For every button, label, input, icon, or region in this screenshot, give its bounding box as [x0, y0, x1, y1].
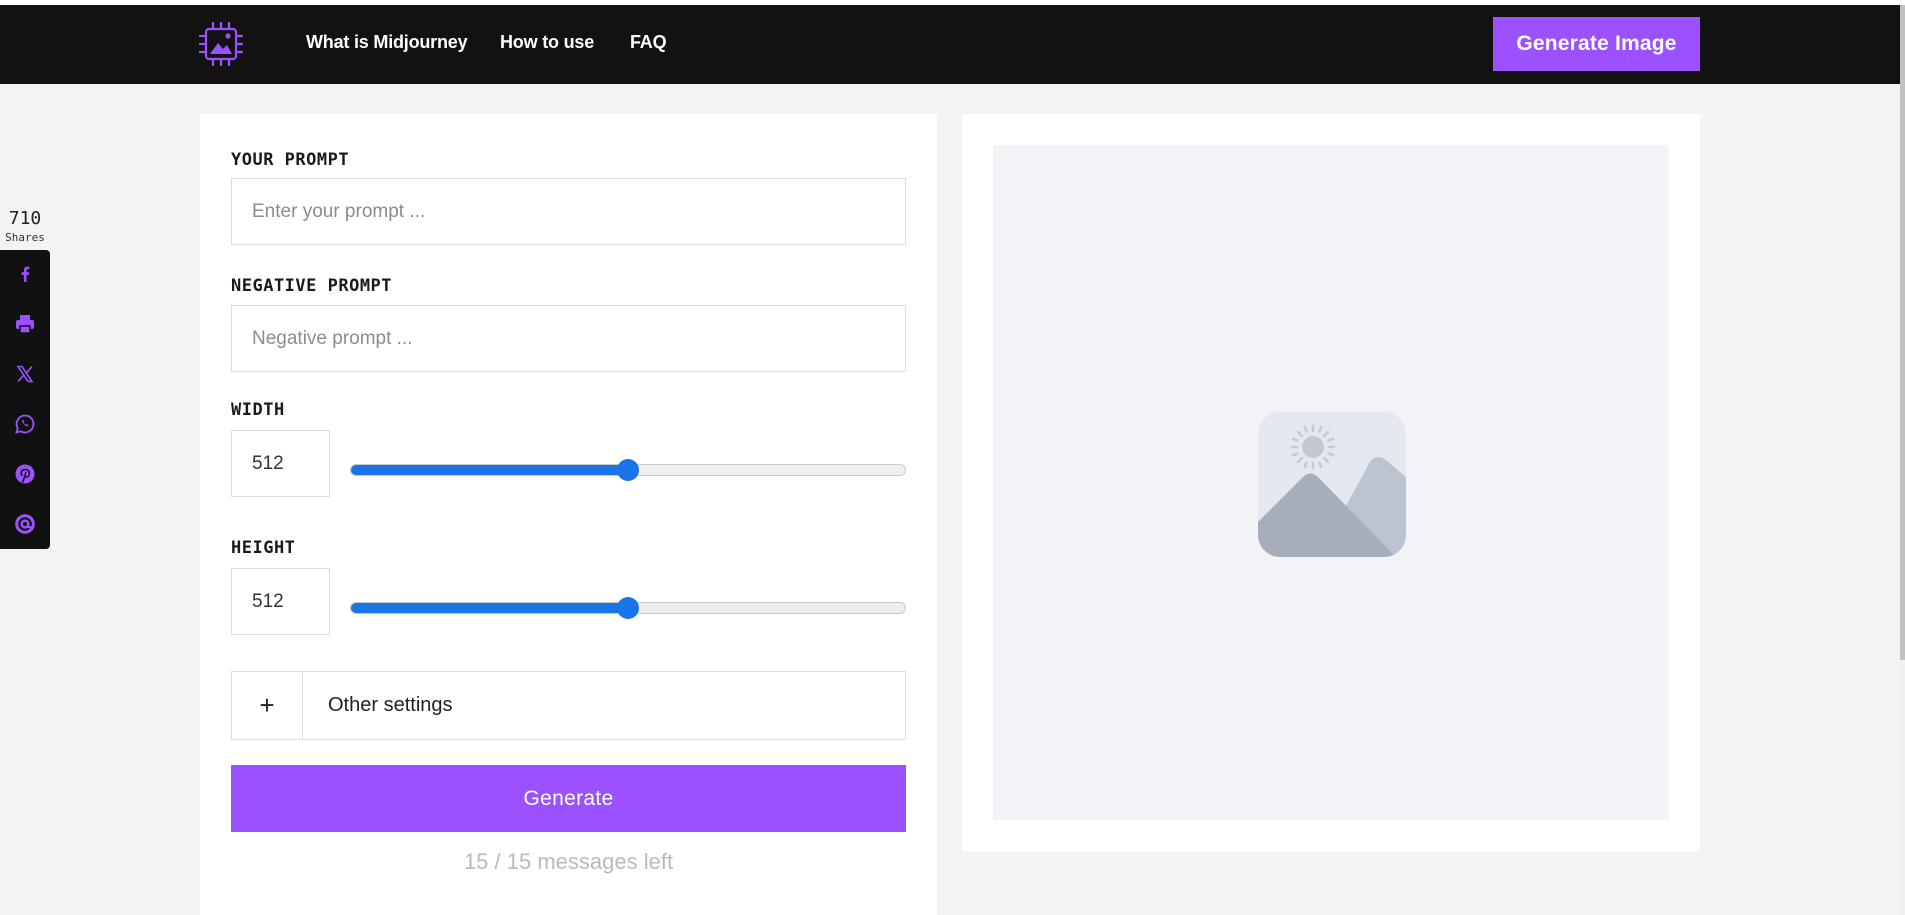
- facebook-icon[interactable]: [13, 262, 37, 286]
- email-icon[interactable]: [13, 512, 37, 536]
- width-slider-fill: [351, 465, 628, 475]
- height-slider[interactable]: [350, 597, 906, 619]
- pinterest-icon[interactable]: [13, 462, 37, 486]
- messages-left-counter: 15 / 15 messages left: [463, 849, 674, 874]
- scrollbar-thumb[interactable]: [1900, 5, 1905, 660]
- image-preview-panel: [962, 114, 1700, 851]
- plus-icon[interactable]: +: [232, 672, 303, 739]
- nav-link-what-is-midjourney[interactable]: What is Midjourney: [306, 32, 468, 53]
- share-count-label: Shares: [5, 231, 45, 244]
- nav-link-how-to-use[interactable]: How to use: [500, 32, 594, 53]
- print-icon[interactable]: [13, 312, 37, 336]
- navbar: What is Midjourney How to use FAQ Genera…: [0, 5, 1900, 84]
- width-slider[interactable]: [350, 459, 906, 481]
- generate-button[interactable]: Generate: [231, 765, 906, 832]
- image-placeholder-icon: [1258, 412, 1406, 557]
- negative-prompt-label: NEGATIVE PROMPT: [231, 276, 393, 296]
- logo-icon[interactable]: [198, 21, 244, 67]
- generate-image-button[interactable]: Generate Image: [1493, 17, 1700, 71]
- nav-link-faq[interactable]: FAQ: [630, 32, 667, 53]
- prompt-label: YOUR PROMPT: [231, 150, 350, 170]
- width-input[interactable]: [231, 430, 330, 497]
- image-preview-area: [993, 145, 1669, 820]
- prompt-form-panel: YOUR PROMPT NEGATIVE PROMPT WIDTH HEIGHT…: [200, 114, 937, 915]
- share-sidebar: [0, 250, 50, 549]
- height-input[interactable]: [231, 568, 330, 635]
- whatsapp-icon[interactable]: [13, 412, 37, 436]
- other-settings-toggle[interactable]: + Other settings: [231, 671, 906, 740]
- width-label: WIDTH: [231, 400, 285, 420]
- x-icon[interactable]: [13, 362, 37, 386]
- height-slider-thumb[interactable]: [617, 597, 639, 619]
- share-count: 710: [8, 208, 42, 229]
- height-label: HEIGHT: [231, 538, 296, 558]
- width-slider-thumb[interactable]: [617, 459, 639, 481]
- height-slider-fill: [351, 603, 628, 613]
- other-settings-label: Other settings: [328, 694, 453, 716]
- negative-prompt-input[interactable]: [231, 305, 906, 372]
- prompt-input[interactable]: [231, 178, 906, 245]
- share-counter: 710 Shares: [0, 208, 50, 244]
